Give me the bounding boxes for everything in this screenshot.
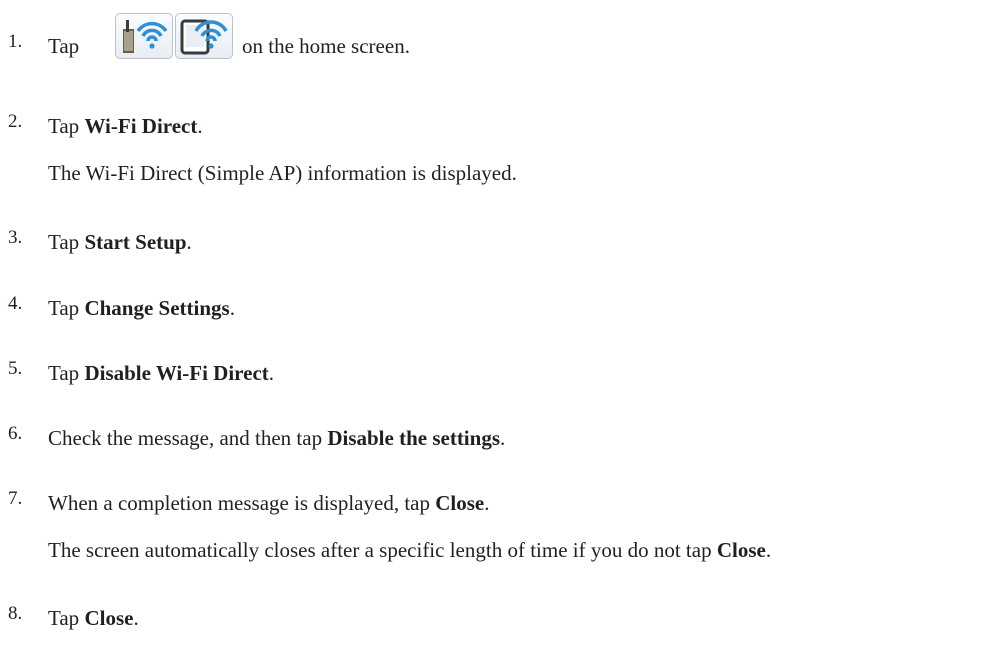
step-6-prefix: Check the message, and then tap bbox=[48, 426, 328, 450]
step-6-action: Disable the settings bbox=[327, 426, 500, 450]
step-number: 8. bbox=[8, 603, 23, 624]
step-7-text: When a completion message is displayed, … bbox=[48, 493, 489, 514]
step-number: 6. bbox=[8, 423, 23, 444]
step-4-prefix: Tap bbox=[48, 296, 85, 320]
step-8-prefix: Tap bbox=[48, 606, 85, 630]
step-6-text: Check the message, and then tap Disable … bbox=[48, 428, 505, 449]
step-number: 7. bbox=[8, 488, 23, 509]
step-7-suffix: . bbox=[484, 491, 490, 515]
step-3-suffix: . bbox=[186, 230, 192, 254]
step-2-action: Wi-Fi Direct bbox=[84, 114, 198, 138]
step-2-text: Tap Wi-Fi Direct. bbox=[48, 116, 203, 137]
step-2-prefix: Tap bbox=[48, 114, 85, 138]
step-3-action: Start Setup bbox=[84, 230, 187, 254]
step-5-suffix: . bbox=[268, 361, 275, 385]
step-number: 4. bbox=[8, 293, 23, 314]
step-4-action: Change Settings bbox=[84, 296, 230, 320]
step-1-prefix: Tap bbox=[48, 34, 80, 58]
wifi-icon-group bbox=[115, 13, 233, 59]
step-3-prefix: Tap bbox=[48, 230, 85, 254]
step-4-suffix: . bbox=[229, 296, 235, 320]
step-5-prefix: Tap bbox=[48, 361, 85, 385]
step-7-prefix: When a completion message is displayed, … bbox=[48, 491, 436, 515]
step-7-action: Close bbox=[435, 491, 485, 515]
step-6-suffix: . bbox=[500, 426, 506, 450]
step-2-suffix: . bbox=[197, 114, 203, 138]
step-number: 5. bbox=[8, 358, 23, 379]
step-8-text: Tap Close. bbox=[48, 608, 139, 629]
step-number: 2. bbox=[8, 111, 23, 132]
step-2-note: The Wi-Fi Direct (Simple AP) information… bbox=[48, 161, 517, 185]
step-8-action: Close bbox=[84, 606, 134, 630]
step-number: 1. bbox=[8, 31, 23, 52]
step-5-text: Tap Disable Wi-Fi Direct. bbox=[48, 363, 274, 384]
wifi-router-icon bbox=[115, 13, 173, 59]
step-1-suffix: on the home screen. bbox=[242, 34, 410, 58]
step-7-note: The screen automatically closes after a … bbox=[48, 540, 771, 561]
step-7-note-suffix: . bbox=[765, 538, 772, 562]
step-8-suffix: . bbox=[133, 606, 139, 630]
step-3-text: Tap Start Setup. bbox=[48, 232, 192, 253]
wifi-direct-device-icon bbox=[175, 13, 233, 59]
step-7-note-prefix: The screen automatically closes after a … bbox=[48, 538, 717, 562]
step-7-note-action: Close bbox=[716, 538, 766, 562]
step-5-action: Disable Wi-Fi Direct bbox=[84, 361, 269, 385]
step-number: 3. bbox=[8, 227, 23, 248]
step-4-text: Tap Change Settings. bbox=[48, 298, 235, 319]
